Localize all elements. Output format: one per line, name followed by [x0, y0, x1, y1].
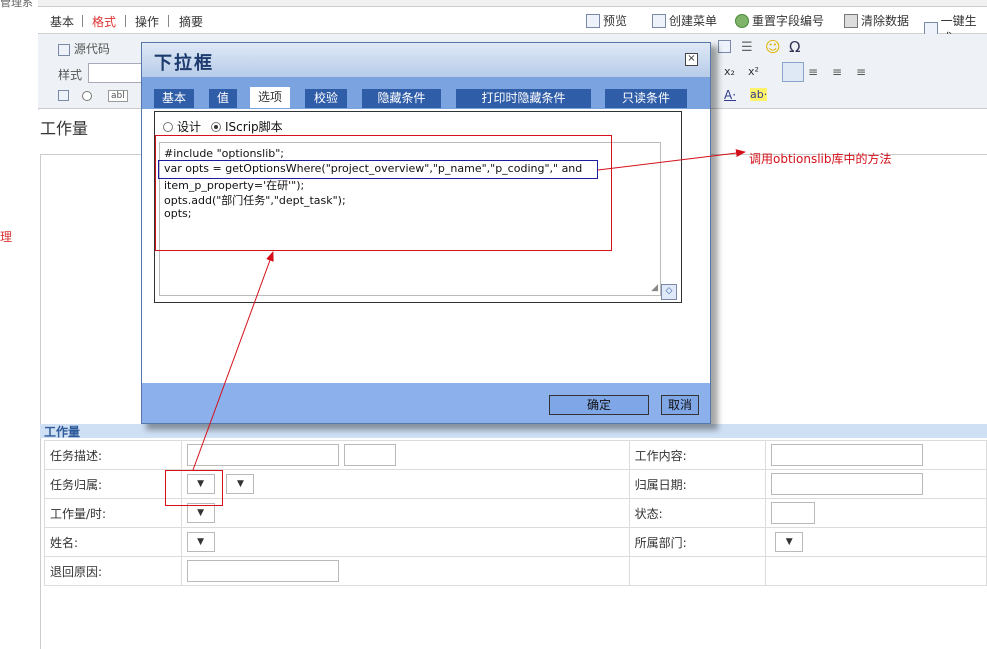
annotation-arrow	[192, 251, 274, 471]
annotation-arrow	[597, 149, 746, 171]
annotation-arrows	[192, 149, 746, 471]
annotation-text: 调用obtionslib库中的方法	[749, 152, 892, 166]
